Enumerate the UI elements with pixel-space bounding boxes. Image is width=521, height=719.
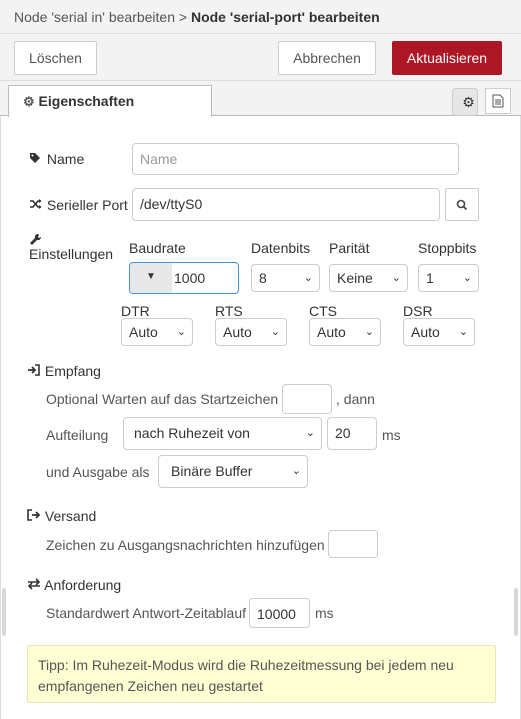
tab-properties-label: Eigenschaften: [38, 93, 135, 109]
chevron-down-icon: ⌄: [458, 326, 468, 338]
rts-label: RTS: [215, 303, 243, 319]
settings-label: Einstellungen: [29, 246, 114, 262]
chevron-down-icon: ⌄: [462, 272, 472, 284]
name-label-row: Name: [29, 151, 84, 167]
port-label-row: Serieller Port: [29, 197, 128, 213]
wait-label: Optional Warten auf das Startzeichen: [46, 391, 279, 407]
chevron-down-icon: ⌄: [176, 326, 186, 338]
timeout-unit: ms: [315, 605, 334, 621]
split-mode-select[interactable]: nach Ruhezeit von ⌄: [123, 417, 322, 450]
caret-down-icon[interactable]: ▼: [130, 263, 172, 293]
exchange-icon: [27, 578, 41, 593]
split-label: Aufteilung: [46, 427, 109, 443]
output-type-select[interactable]: Binäre Buffer ⌄: [158, 455, 308, 488]
stopbits-select[interactable]: 1 ⌄: [418, 264, 479, 292]
timeout-label: Standardwert Antwort-Zeitablauf: [46, 605, 246, 621]
gear-icon: ⚙: [23, 94, 35, 109]
wait-suffix: , dann: [336, 391, 375, 407]
port-input[interactable]: /dev/ttyS0: [132, 188, 440, 221]
dtr-label: DTR: [121, 303, 150, 319]
parity-value: Keine: [337, 270, 373, 286]
dsr-label: DSR: [403, 303, 433, 319]
wait-start-char-input[interactable]: [282, 384, 332, 414]
rts-value: Auto: [223, 324, 252, 340]
name-placeholder: Name: [140, 151, 178, 167]
baud-label: Baudrate: [129, 240, 186, 256]
scrollbar[interactable]: [514, 588, 518, 636]
delete-button[interactable]: Löschen: [14, 41, 97, 75]
databits-value: 8: [259, 270, 267, 286]
name-input[interactable]: Name: [132, 143, 459, 175]
cts-value: Auto: [317, 324, 346, 340]
search-port-button[interactable]: [445, 188, 479, 221]
add-char-input[interactable]: [328, 530, 378, 558]
chevron-down-icon: ⌄: [270, 326, 280, 338]
output-section-label: Versand: [44, 508, 97, 524]
page-title: Node 'serial-port' bearbeiten: [190, 9, 380, 25]
add-char-label: Zeichen zu Ausgangsnachrichten hinzufüge…: [46, 537, 325, 553]
tip-box: Tipp: Im Ruhezeit-Modus wird die Ruhezei…: [27, 645, 496, 703]
breadcrumb-separator: >: [178, 9, 188, 25]
input-section-label: Empfang: [44, 363, 101, 379]
chevron-down-icon: ⌄: [391, 272, 401, 284]
name-label: Name: [46, 151, 85, 167]
parity-select[interactable]: Keine ⌄: [329, 264, 408, 292]
cts-select[interactable]: Auto ⌄: [309, 318, 381, 346]
split-amount-input[interactable]: 20: [327, 417, 377, 450]
split-mode-value: nach Ruhezeit von: [134, 425, 250, 441]
stopbits-value: 1: [426, 270, 434, 286]
databits-label: Datenbits: [251, 240, 311, 256]
parity-label: Parität: [329, 240, 370, 256]
tag-icon: [29, 152, 43, 167]
tab-properties[interactable]: ⚙ Eigenschaften: [8, 85, 212, 117]
left-resize-handle[interactable]: [2, 588, 6, 636]
cancel-button[interactable]: Abbrechen: [278, 41, 376, 75]
document-icon[interactable]: [485, 88, 511, 114]
chevron-down-icon: ⌄: [305, 427, 315, 439]
port-label: Serieller Port: [46, 197, 128, 213]
dtr-select[interactable]: Auto ⌄: [121, 318, 193, 346]
gear-icon[interactable]: ⚙: [452, 88, 478, 116]
chevron-down-icon: ⌄: [303, 272, 313, 284]
request-section-label: Anforderung: [44, 577, 122, 593]
chevron-down-icon: ⌄: [291, 465, 301, 477]
update-button[interactable]: Aktualisieren: [392, 41, 502, 75]
sign-out-icon: [27, 509, 41, 524]
rts-select[interactable]: Auto ⌄: [215, 318, 287, 346]
input-section-title: Empfang: [27, 363, 101, 379]
output-type-value: Binäre Buffer: [171, 463, 253, 479]
search-icon: [456, 198, 468, 214]
random-icon: [29, 198, 43, 213]
output-as-label: und Ausgabe als: [46, 464, 150, 480]
breadcrumb-parent[interactable]: Node 'serial in' bearbeiten: [14, 9, 175, 25]
timeout-input[interactable]: 10000: [249, 598, 310, 628]
stopbits-label: Stoppbits: [418, 240, 477, 256]
databits-select[interactable]: 8 ⌄: [251, 264, 320, 292]
baud-value[interactable]: 1000: [174, 263, 205, 293]
tray-header: Node 'serial in' bearbeiten > Node 'seri…: [0, 0, 521, 34]
dsr-value: Auto: [411, 324, 440, 340]
cts-label: CTS: [309, 303, 337, 319]
split-unit: ms: [382, 427, 401, 443]
dsr-select[interactable]: Auto ⌄: [403, 318, 475, 346]
baud-combobox[interactable]: ▼ 1000: [129, 262, 239, 294]
chevron-down-icon: ⌄: [364, 326, 374, 338]
dtr-value: Auto: [129, 324, 158, 340]
output-section-title: Versand: [27, 508, 96, 524]
request-section-title: Anforderung: [27, 577, 121, 593]
sign-in-icon: [27, 364, 41, 379]
